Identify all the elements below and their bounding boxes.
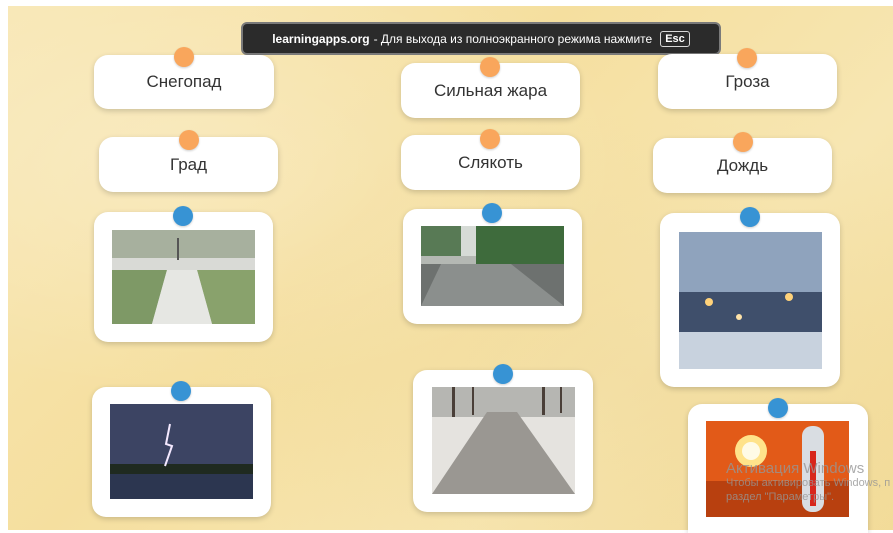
connection-pin[interactable] xyxy=(768,398,788,418)
label-text: Дождь xyxy=(716,155,769,175)
fullscreen-message: - Для выхода из полноэкранного режима на… xyxy=(373,31,653,46)
label-text: Снегопад xyxy=(146,72,222,91)
connection-pin[interactable] xyxy=(482,203,502,223)
watermark-line: раздел "Параметры". xyxy=(726,491,835,503)
slush-path-photo-icon xyxy=(432,387,575,494)
hail-photo-icon xyxy=(112,230,255,324)
watermark-title: Активация Windows xyxy=(726,460,865,477)
connection-pin[interactable] xyxy=(173,206,193,226)
snowy-street-photo-icon xyxy=(679,232,822,369)
connection-pin[interactable] xyxy=(733,132,753,152)
thunderstorm-photo-icon xyxy=(110,404,253,499)
label-text: Сильная жара xyxy=(433,80,548,100)
fullscreen-notice: learningapps.org - Для выхода из полноэк… xyxy=(241,22,721,55)
label-text: Гроза xyxy=(725,71,770,91)
rain-road-photo-icon xyxy=(421,226,564,306)
connection-pin[interactable] xyxy=(480,57,500,77)
windows-activation-watermark: Активация Windows Чтобы активировать Win… xyxy=(726,460,893,504)
esc-key[interactable]: Esc xyxy=(660,30,690,47)
connection-pin[interactable] xyxy=(493,364,513,384)
connection-pin[interactable] xyxy=(737,48,757,68)
connection-pin[interactable] xyxy=(740,207,760,227)
connection-pin[interactable] xyxy=(480,129,500,149)
label-text: Слякоть xyxy=(458,152,523,172)
label-text: Град xyxy=(169,154,208,174)
connection-pin[interactable] xyxy=(179,130,199,150)
watermark-line: Чтобы активировать Windows, п xyxy=(726,477,891,489)
site-name: learningapps.org xyxy=(272,31,370,46)
connection-pin[interactable] xyxy=(171,381,191,401)
connection-pin[interactable] xyxy=(174,47,194,67)
